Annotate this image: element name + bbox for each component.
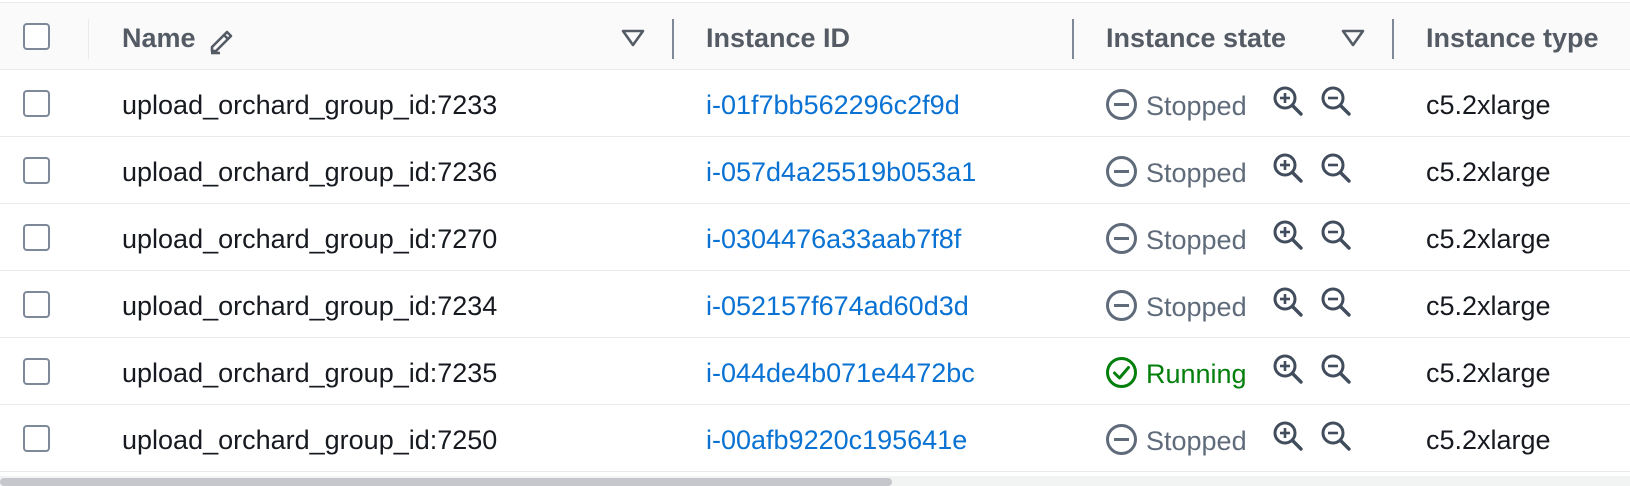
instance-state-label: Stopped (1146, 91, 1247, 121)
table-row[interactable]: upload_orchard_group_id:7234 i-052157f67… (0, 271, 1630, 338)
column-resizer[interactable] (1072, 19, 1074, 59)
zoom-out-icon[interactable] (1320, 85, 1352, 117)
column-header-name[interactable]: Name (122, 3, 196, 71)
caret-down-icon[interactable] (620, 27, 646, 49)
stopped-icon (1106, 223, 1137, 254)
column-header-instance-id[interactable]: Instance ID (706, 3, 850, 71)
table-row[interactable]: upload_orchard_group_id:7270 i-0304476a3… (0, 204, 1630, 271)
instance-name: upload_orchard_group_id:7270 (122, 224, 498, 254)
zoom-in-icon[interactable] (1272, 286, 1304, 318)
zoom-out-icon[interactable] (1320, 420, 1352, 452)
zoom-in-icon[interactable] (1272, 85, 1304, 117)
zoom-out-icon[interactable] (1320, 286, 1352, 318)
row-checkbox[interactable] (23, 224, 50, 251)
stopped-icon (1106, 156, 1137, 187)
horizontal-scrollbar-thumb[interactable] (0, 478, 892, 486)
instance-id-link[interactable]: i-052157f674ad60d3d (706, 271, 969, 338)
instance-name: upload_orchard_group_id:7233 (122, 90, 498, 120)
column-resizer[interactable] (1392, 19, 1394, 59)
zoom-in-icon[interactable] (1272, 353, 1304, 385)
row-checkbox[interactable] (23, 90, 50, 117)
instance-state-label: Stopped (1146, 225, 1247, 255)
instance-state-label: Stopped (1146, 426, 1247, 456)
table-row[interactable]: upload_orchard_group_id:7235 i-044de4b07… (0, 338, 1630, 405)
instance-id-link[interactable]: i-057d4a25519b053a1 (706, 137, 976, 204)
instance-type: c5.2xlarge (1426, 90, 1551, 120)
zoom-in-icon[interactable] (1272, 420, 1304, 452)
row-checkbox[interactable] (23, 358, 50, 385)
column-resizer[interactable] (672, 19, 674, 59)
instance-name: upload_orchard_group_id:7236 (122, 157, 498, 187)
instance-state-label: Running (1146, 359, 1247, 389)
instance-type: c5.2xlarge (1426, 291, 1551, 321)
instance-id-link[interactable]: i-00afb9220c195641e (706, 405, 967, 472)
instance-id-link[interactable]: i-01f7bb562296c2f9d (706, 70, 960, 137)
column-divider (88, 19, 89, 59)
instance-type: c5.2xlarge (1426, 358, 1551, 388)
stopped-icon (1106, 89, 1137, 120)
table-row[interactable]: upload_orchard_group_id:7236 i-057d4a255… (0, 137, 1630, 204)
instance-name: upload_orchard_group_id:7250 (122, 425, 498, 455)
instance-type: c5.2xlarge (1426, 224, 1551, 254)
zoom-out-icon[interactable] (1320, 219, 1352, 251)
row-checkbox[interactable] (23, 291, 50, 318)
instance-id-link[interactable]: i-0304476a33aab7f8f (706, 204, 961, 271)
caret-down-icon[interactable] (1340, 27, 1366, 49)
instance-type: c5.2xlarge (1426, 425, 1551, 455)
instance-state-label: Stopped (1146, 292, 1247, 322)
instance-id-link[interactable]: i-044de4b071e4472bc (706, 338, 975, 405)
zoom-in-icon[interactable] (1272, 219, 1304, 251)
zoom-in-icon[interactable] (1272, 152, 1304, 184)
check-circle-icon (1106, 357, 1137, 388)
zoom-out-icon[interactable] (1320, 353, 1352, 385)
row-checkbox[interactable] (23, 157, 50, 184)
stopped-icon (1106, 290, 1137, 321)
instance-name: upload_orchard_group_id:7235 (122, 358, 498, 388)
row-checkbox[interactable] (23, 425, 50, 452)
instance-state-label: Stopped (1146, 158, 1247, 188)
column-header-instance-type[interactable]: Instance type (1426, 3, 1599, 71)
stopped-icon (1106, 424, 1137, 455)
table-row[interactable]: upload_orchard_group_id:7250 i-00afb9220… (0, 405, 1630, 472)
pencil-icon[interactable] (206, 23, 238, 55)
table-row[interactable]: upload_orchard_group_id:7233 i-01f7bb562… (0, 70, 1630, 137)
zoom-out-icon[interactable] (1320, 152, 1352, 184)
column-header-instance-state[interactable]: Instance state (1106, 3, 1286, 71)
table-header: Name Instance ID Instance state Instance… (0, 2, 1630, 70)
instance-type: c5.2xlarge (1426, 157, 1551, 187)
select-all-checkbox[interactable] (23, 23, 50, 50)
instance-name: upload_orchard_group_id:7234 (122, 291, 498, 321)
